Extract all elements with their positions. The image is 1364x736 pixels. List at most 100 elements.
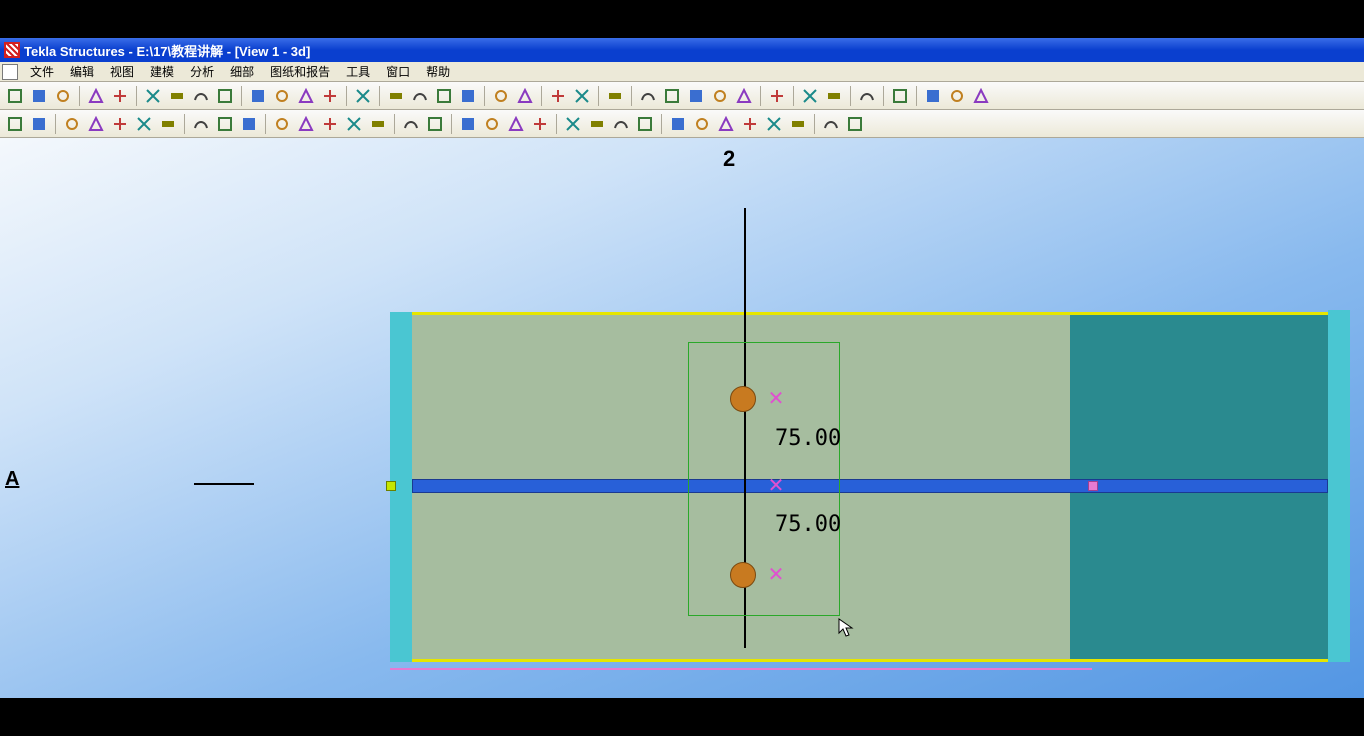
- title-bar: Tekla Structures - E:\17\教程讲解 - [View 1 …: [0, 38, 1364, 62]
- document-icon[interactable]: [2, 64, 18, 80]
- grid-4-button[interactable]: [709, 85, 731, 107]
- redo-button[interactable]: [109, 85, 131, 107]
- pt-1-button[interactable]: [820, 113, 842, 135]
- menu-detail[interactable]: 细部: [222, 61, 262, 82]
- filter-1-button[interactable]: [481, 113, 503, 135]
- menu-edit[interactable]: 编辑: [62, 61, 102, 82]
- app-window: Tekla Structures - E:\17\教程讲解 - [View 1 …: [0, 38, 1364, 698]
- bolt-top[interactable]: [730, 386, 756, 412]
- box-2-button[interactable]: [409, 85, 431, 107]
- menu-file[interactable]: 文件: [22, 61, 62, 82]
- snap-1-button[interactable]: [562, 113, 584, 135]
- filter-2-button[interactable]: [505, 113, 527, 135]
- link-2-button[interactable]: [571, 85, 593, 107]
- window-1-button[interactable]: [247, 85, 269, 107]
- grid-3-button[interactable]: [685, 85, 707, 107]
- misc-2-button[interactable]: [970, 85, 992, 107]
- save-file-button[interactable]: [52, 85, 74, 107]
- grid-2-button[interactable]: [661, 85, 683, 107]
- properties-button[interactable]: [214, 85, 236, 107]
- undo-button[interactable]: [85, 85, 107, 107]
- menu-analysis[interactable]: 分析: [182, 61, 222, 82]
- misc-1-button[interactable]: [946, 85, 968, 107]
- multi-2-button[interactable]: [823, 85, 845, 107]
- link-1-button[interactable]: [547, 85, 569, 107]
- toolbar-separator: [598, 86, 599, 106]
- beam-3-button[interactable]: [319, 113, 341, 135]
- snap-4-button[interactable]: [634, 113, 656, 135]
- toolbar-separator: [883, 86, 884, 106]
- toolbar-separator: [814, 114, 815, 134]
- beam-2-button[interactable]: [295, 113, 317, 135]
- grid-1-button[interactable]: [637, 85, 659, 107]
- window-3-button[interactable]: [295, 85, 317, 107]
- endpoint-marker-left[interactable]: [386, 481, 396, 491]
- part-1-button[interactable]: [4, 113, 26, 135]
- 3d-viewport[interactable]: 2 A 75.00 75.00: [0, 138, 1364, 698]
- find-button[interactable]: [457, 113, 479, 135]
- beam-4-button[interactable]: [343, 113, 365, 135]
- toolbar-separator: [394, 114, 395, 134]
- copy-button[interactable]: [142, 85, 164, 107]
- sline-6-button[interactable]: [787, 113, 809, 135]
- open-file-button[interactable]: [28, 85, 50, 107]
- clip-yellow-button[interactable]: [352, 85, 374, 107]
- menu-window[interactable]: 窗口: [378, 61, 418, 82]
- beam-1-button[interactable]: [271, 113, 293, 135]
- box-4-button[interactable]: [457, 85, 479, 107]
- sline-1-button[interactable]: [667, 113, 689, 135]
- grid-5-button[interactable]: [733, 85, 755, 107]
- endpoint-marker-right[interactable]: [1088, 481, 1098, 491]
- toolbar-separator: [451, 114, 452, 134]
- weld-2-button[interactable]: [214, 113, 236, 135]
- menu-view[interactable]: 视图: [102, 61, 142, 82]
- probe-1-button[interactable]: [490, 85, 512, 107]
- profile-4-button[interactable]: [133, 113, 155, 135]
- dimension-2: 75.00: [775, 512, 841, 537]
- sline-5-button[interactable]: [763, 113, 785, 135]
- multi-1-button[interactable]: [799, 85, 821, 107]
- toolbar-separator: [265, 114, 266, 134]
- menu-model[interactable]: 建模: [142, 61, 182, 82]
- sline-2-button[interactable]: [691, 113, 713, 135]
- zoom-button[interactable]: [766, 85, 788, 107]
- profile-5-button[interactable]: [157, 113, 179, 135]
- profile-2-button[interactable]: [85, 113, 107, 135]
- bolt-1-button[interactable]: [400, 113, 422, 135]
- pt-2-button[interactable]: [844, 113, 866, 135]
- weld-1-button[interactable]: [190, 113, 212, 135]
- box-3-button[interactable]: [433, 85, 455, 107]
- toolbar-separator: [55, 114, 56, 134]
- menu-tools[interactable]: 工具: [338, 61, 378, 82]
- column-right[interactable]: [1328, 310, 1350, 662]
- beam-blue[interactable]: [412, 479, 1328, 493]
- tekla-red-button[interactable]: [889, 85, 911, 107]
- snap-2-button[interactable]: [586, 113, 608, 135]
- book-button[interactable]: [529, 113, 551, 135]
- help-button[interactable]: [604, 85, 626, 107]
- sline-3-button[interactable]: [715, 113, 737, 135]
- profile-1-button[interactable]: [61, 113, 83, 135]
- paste-button[interactable]: [166, 85, 188, 107]
- bolt-2-button[interactable]: [424, 113, 446, 135]
- new-file-button[interactable]: [4, 85, 26, 107]
- toolbar-separator: [760, 86, 761, 106]
- snap-3-button[interactable]: [610, 113, 632, 135]
- profile-3-button[interactable]: [109, 113, 131, 135]
- menu-help[interactable]: 帮助: [418, 61, 458, 82]
- run-button[interactable]: [922, 85, 944, 107]
- cut-button[interactable]: [319, 85, 341, 107]
- weld-3-button[interactable]: [238, 113, 260, 135]
- sline-4-button[interactable]: [739, 113, 761, 135]
- part-2-button[interactable]: [28, 113, 50, 135]
- window-2-button[interactable]: [271, 85, 293, 107]
- selection-box[interactable]: [688, 342, 840, 616]
- probe-2-button[interactable]: [514, 85, 536, 107]
- menu-drawings[interactable]: 图纸和报告: [262, 61, 338, 82]
- window-title: Tekla Structures - E:\17\教程讲解 - [View 1 …: [24, 41, 310, 60]
- bolt-bottom[interactable]: [730, 562, 756, 588]
- beam-5-button[interactable]: [367, 113, 389, 135]
- print-button[interactable]: [190, 85, 212, 107]
- swap-button[interactable]: [856, 85, 878, 107]
- box-1-button[interactable]: [385, 85, 407, 107]
